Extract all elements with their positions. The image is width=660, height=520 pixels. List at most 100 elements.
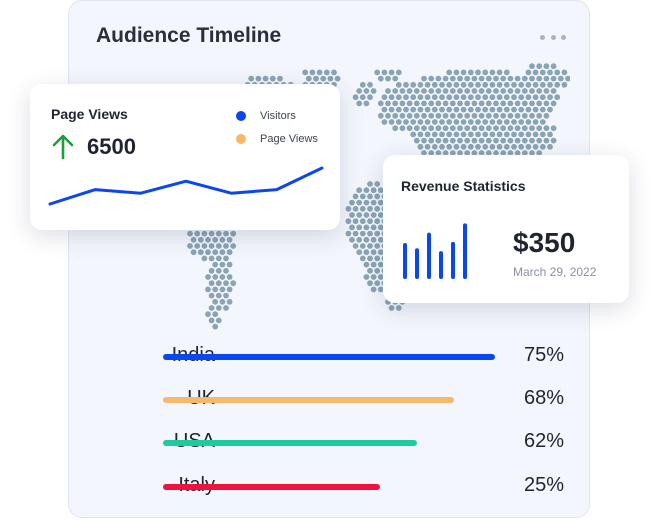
map-dot (503, 131, 510, 138)
map-dot (197, 249, 204, 256)
map-dot (467, 143, 474, 150)
map-dot (525, 106, 532, 113)
map-dot (403, 81, 409, 88)
map-dot (417, 131, 424, 138)
map-dot (359, 81, 366, 88)
map-dot (460, 119, 467, 125)
map-dot (370, 212, 377, 218)
map-dot (194, 243, 201, 249)
revenue-bar (415, 248, 419, 279)
map-dot (460, 143, 467, 150)
map-dot (507, 137, 514, 144)
map-dot (219, 249, 226, 256)
map-dot (543, 125, 550, 132)
map-dot (201, 255, 208, 262)
revenue-bar (439, 251, 443, 279)
map-dot (449, 88, 456, 94)
map-dot (392, 125, 399, 132)
map-dot (536, 88, 543, 94)
map-dot (385, 88, 391, 94)
map-dot (550, 88, 557, 94)
map-dot (543, 100, 550, 107)
map-dot (428, 75, 435, 82)
map-dot (557, 75, 564, 82)
map-dot (442, 75, 449, 82)
map-dot (511, 119, 517, 125)
map-dot (439, 106, 445, 113)
map-dot (439, 131, 445, 138)
map-dot (547, 69, 553, 76)
map-dot (406, 100, 413, 107)
map-dot (406, 88, 413, 94)
map-dot (403, 94, 409, 101)
map-dot (428, 112, 435, 119)
map-dot (226, 261, 233, 268)
map-dot (485, 100, 492, 107)
map-dot (370, 274, 377, 280)
map-dot (370, 224, 377, 231)
map-dot (514, 112, 521, 119)
map-dot (367, 81, 373, 88)
map-dot (359, 255, 366, 262)
map-dot (446, 119, 453, 125)
map-dot (370, 199, 377, 206)
map-dot (215, 292, 222, 299)
map-dot (503, 69, 510, 76)
map-dot (352, 243, 359, 249)
map-dot (471, 88, 478, 94)
map-dot (215, 255, 222, 262)
map-dot (446, 81, 453, 88)
stat-row-uk: UK 68% (70, 385, 590, 415)
map-dot (421, 125, 427, 132)
map-dot (212, 311, 219, 318)
map-dot (507, 88, 514, 94)
map-dot (460, 131, 467, 138)
map-dot (190, 236, 197, 243)
map-dot (381, 119, 388, 125)
map-dot (521, 88, 528, 94)
map-dot (489, 143, 496, 150)
map-dot (367, 218, 373, 225)
map-dot (356, 88, 363, 94)
map-dot (446, 143, 453, 150)
map-dot (536, 112, 543, 119)
map-dot (345, 230, 352, 237)
map-dot (215, 280, 222, 287)
map-dot (460, 94, 467, 101)
map-dot (500, 88, 507, 94)
map-dot (518, 119, 525, 125)
map-dot (467, 81, 474, 88)
map-dot (439, 81, 445, 88)
map-dot (212, 274, 219, 280)
progress-bar (163, 440, 417, 446)
map-dot (521, 112, 528, 119)
map-dot (187, 243, 193, 249)
more-horizontal-icon[interactable] (540, 33, 566, 41)
map-dot (356, 199, 363, 206)
map-dot (223, 280, 229, 287)
map-dot (449, 125, 456, 132)
map-dot (496, 106, 503, 113)
map-dot (493, 112, 499, 119)
map-dot (226, 249, 233, 256)
map-dot (223, 255, 229, 262)
map-dot (482, 131, 489, 138)
map-dot (485, 88, 492, 94)
map-dot (356, 100, 363, 107)
map-dot (536, 75, 543, 82)
map-dot (377, 75, 384, 82)
map-dot (374, 69, 381, 76)
map-dot (356, 187, 363, 194)
map-dot (460, 106, 467, 113)
map-dot (381, 69, 388, 76)
map-dot (356, 249, 363, 256)
map-dot (212, 236, 219, 243)
map-dot (471, 100, 478, 107)
map-dot (529, 75, 535, 82)
map-dot (442, 100, 449, 107)
map-dot (500, 125, 507, 132)
map-dot (521, 100, 528, 107)
map-dot (359, 94, 366, 101)
map-dot (212, 286, 219, 293)
map-dot (248, 75, 255, 82)
